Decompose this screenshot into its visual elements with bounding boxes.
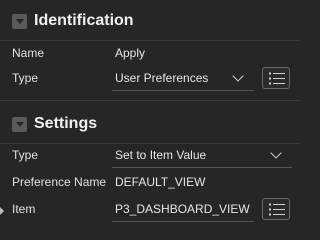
- item-value[interactable]: P3_DASHBOARD_VIEW: [115, 202, 250, 216]
- item-underline: [112, 221, 254, 222]
- type-select-value[interactable]: User Preferences: [115, 71, 208, 85]
- collapse-chevron-icon[interactable]: [12, 116, 27, 132]
- settings-type-select-value[interactable]: Set to Item Value: [115, 148, 206, 162]
- settings-type-row: Type Set to Item Value: [0, 143, 300, 167]
- preference-name-label: Preference Name: [12, 175, 107, 189]
- list-picker-button[interactable]: [262, 198, 290, 220]
- type-row: Type User Preferences: [0, 66, 300, 90]
- type-select-underline: [112, 90, 254, 91]
- list-picker-button[interactable]: [262, 67, 290, 89]
- section-divider: [0, 100, 300, 101]
- list-icon: [269, 72, 285, 85]
- name-value[interactable]: Apply: [115, 46, 145, 60]
- type-label: Type: [12, 71, 39, 85]
- preference-name-row: Preference Name DEFAULT_VIEW: [0, 170, 300, 194]
- section-title-identification: Identification: [34, 12, 134, 29]
- item-label: Item: [12, 202, 36, 216]
- name-row: Name Apply: [0, 41, 300, 65]
- list-icon: [269, 203, 285, 216]
- identification-section-header[interactable]: Identification: [0, 2, 300, 40]
- name-label: Name: [12, 46, 45, 60]
- collapse-chevron-icon[interactable]: [12, 13, 27, 29]
- settings-type-underline: [112, 167, 292, 168]
- resize-handle-icon[interactable]: [0, 207, 4, 215]
- settings-type-label: Type: [12, 148, 39, 162]
- settings-section-header[interactable]: Settings: [0, 105, 300, 143]
- preference-name-value[interactable]: DEFAULT_VIEW: [115, 175, 205, 189]
- item-row: Item P3_DASHBOARD_VIEW: [0, 197, 300, 221]
- chevron-down-icon[interactable]: [270, 147, 282, 159]
- section-title-settings: Settings: [34, 115, 98, 132]
- chevron-down-icon[interactable]: [232, 70, 244, 82]
- property-editor-panel: Identification Name Apply Type User Pref…: [0, 0, 300, 224]
